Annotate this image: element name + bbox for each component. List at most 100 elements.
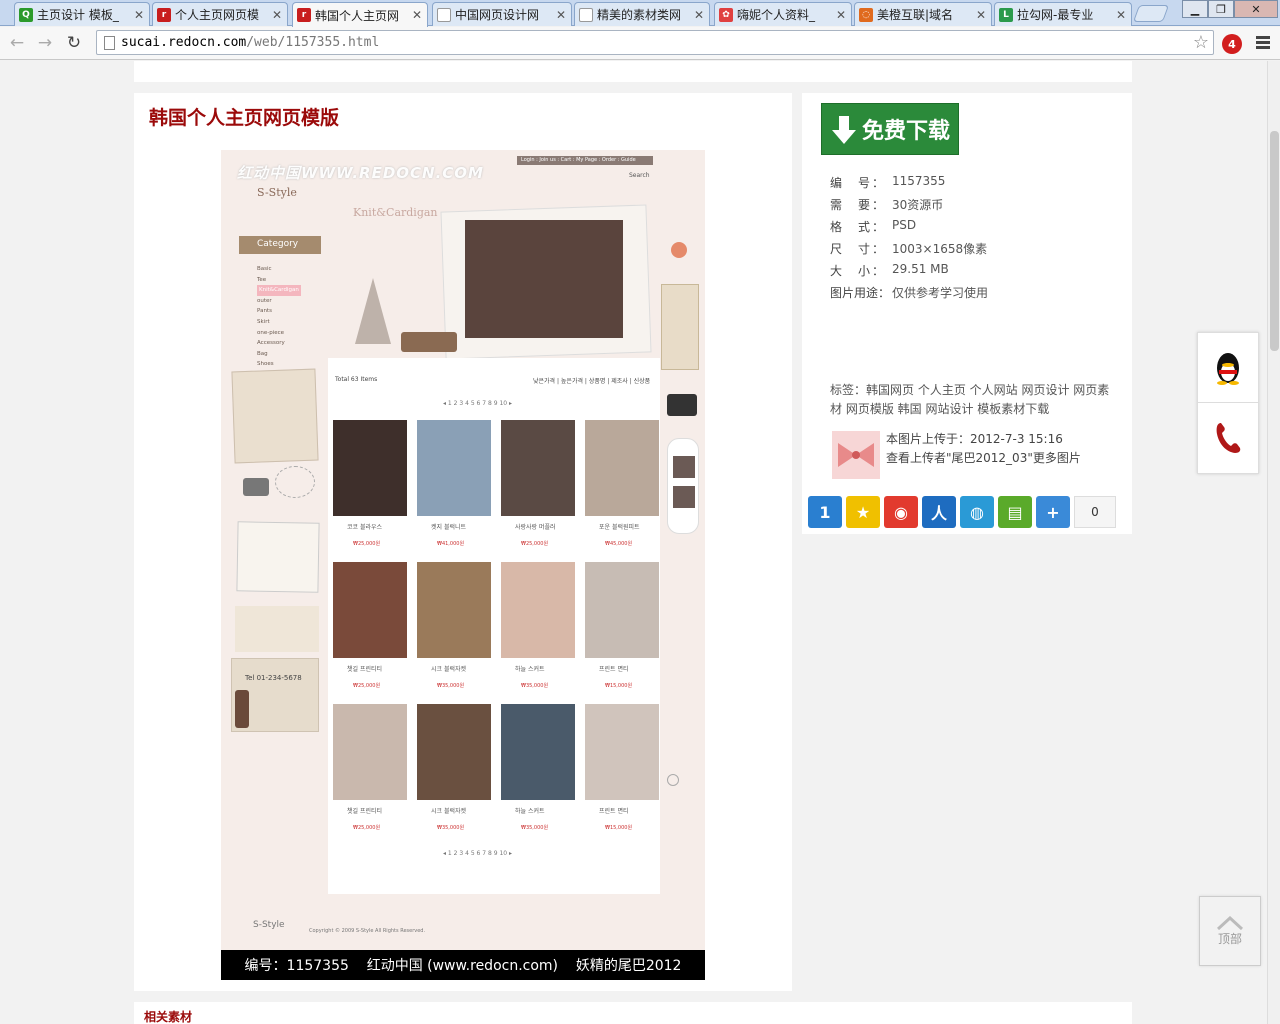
share-1-icon[interactable]: 1 (808, 496, 842, 528)
browser-tab-active[interactable]: r 韩国个人主页网 ✕ (292, 2, 428, 27)
preview-pagination-top[interactable]: ◂ 1 2 3 4 5 6 7 8 9 10 ▸ (443, 400, 512, 407)
preview-product-photo[interactable] (585, 420, 659, 516)
back-to-top-button[interactable]: 顶部 (1199, 896, 1261, 966)
tab-title: 中国网页设计网 (455, 8, 540, 22)
vertical-scrollbar[interactable] (1267, 61, 1280, 1024)
browser-tab[interactable]: r 个人主页网页模 ✕ (152, 2, 288, 26)
page-viewport: 韩国个人主页网页模版 红动中国WWW.REDOCN.COM S-Style Lo… (0, 61, 1267, 1024)
preview-caption: 编号：1157355 红动中国 (www.redocn.com) 妖精的尾巴20… (221, 950, 705, 980)
uploader-thumbnail[interactable] (832, 431, 880, 479)
browser-tab[interactable]: 中国网页设计网 ✕ (432, 2, 572, 26)
uploader-link[interactable]: 查看上传者"尾巴2012_03"更多图片 (886, 449, 1081, 468)
preview-product-price: ₩45,000원 (605, 541, 633, 547)
preview-product-name: 포운 블럭원피트 (599, 524, 640, 531)
preview-phone-text: Tel 01-234-5678 (245, 674, 302, 682)
minimize-button[interactable]: ▁ (1182, 0, 1208, 18)
bow-icon (838, 443, 874, 467)
preview-product-photo[interactable] (333, 420, 407, 516)
tags-list[interactable]: 标签：韩国网页 个人主页 个人网站 网页设计 网页素材 网页模版 韩国 网站设计… (830, 381, 1116, 419)
share-more-icon[interactable]: + (1036, 496, 1070, 528)
preview-suitcase-icon (401, 332, 457, 352)
phone-button[interactable] (1198, 403, 1258, 473)
tab-close-icon[interactable]: ✕ (271, 8, 283, 22)
preview-product-photo[interactable] (417, 562, 491, 658)
page-icon (104, 36, 115, 50)
preview-product-name: 시크 블럭자켓 (431, 666, 467, 673)
tab-favicon-icon (579, 7, 593, 22)
info-row-format: 格 式： PSD (830, 218, 917, 234)
preview-eiffel-icon (355, 278, 391, 344)
preview-product-photo[interactable] (333, 562, 407, 658)
preview-product-photo[interactable] (501, 704, 575, 800)
preview-heading: Knit&Cardigan (353, 206, 438, 219)
preview-category-item: Knit&Cardigan (257, 285, 301, 296)
forward-button[interactable]: → (34, 32, 56, 54)
preview-product-name: 켓지 블럭니트 (431, 524, 467, 531)
tab-close-icon[interactable]: ✕ (1115, 8, 1127, 22)
tab-close-icon[interactable]: ✕ (133, 8, 145, 22)
tab-close-icon[interactable]: ✕ (693, 8, 705, 22)
tab-close-icon[interactable]: ✕ (835, 8, 847, 22)
preview-pagination-bottom[interactable]: ◂ 1 2 3 4 5 6 7 8 9 10 ▸ (443, 850, 512, 857)
scrollbar-thumb[interactable] (1270, 131, 1279, 351)
address-bar[interactable]: sucai.redocn.com/web/1157355.html ☆ (96, 30, 1214, 55)
preview-camera-icon (243, 478, 269, 496)
preview-footer-text: Copyright © 2009 S-Style All Rights Rese… (309, 928, 426, 934)
top-strip (134, 61, 1132, 82)
tab-close-icon[interactable]: ✕ (555, 8, 567, 22)
qq-penguin-icon (1217, 352, 1239, 385)
preview-product-price: ₩35,000원 (521, 825, 549, 831)
preview-side-thumb (673, 486, 695, 508)
preview-product-photo[interactable] (585, 704, 659, 800)
preview-product-price: ₩15,000원 (605, 683, 633, 689)
chrome-menu-icon[interactable] (1256, 36, 1270, 50)
share-renren-icon[interactable]: 人 (922, 496, 956, 528)
download-label: 免费下载 (862, 119, 951, 144)
tab-title: 个人主页网页模 (175, 8, 260, 22)
extension-icon[interactable]: 4 (1222, 34, 1242, 54)
new-tab-button[interactable] (1132, 5, 1170, 22)
tab-favicon-icon: ◌ (859, 7, 873, 22)
share-tqq-icon[interactable]: ◍ (960, 496, 994, 528)
free-download-button[interactable]: 免费下载 (821, 103, 959, 155)
browser-toolbar: ← → ↻ sucai.redocn.com/web/1157355.html … (0, 27, 1280, 60)
browser-tab[interactable]: 精美的素材类网 ✕ (574, 2, 710, 26)
share-qzone-icon[interactable]: ★ (846, 496, 880, 528)
tab-favicon-icon: Q (19, 7, 33, 22)
maximize-button[interactable]: ❐ (1208, 0, 1234, 18)
preview-watermark: 红动中国WWW.REDOCN.COM (237, 164, 484, 182)
tab-title: 主页设计 模板_ (37, 8, 119, 22)
tab-title: 拉勾网-最专业 (1017, 8, 1094, 22)
preview-product-photo[interactable] (333, 704, 407, 800)
tab-close-icon[interactable]: ✕ (411, 8, 423, 22)
share-kaixin-icon[interactable]: ▤ (998, 496, 1032, 528)
browser-tab[interactable]: L 拉勾网-最专业 ✕ (994, 2, 1132, 26)
share-weibo-icon[interactable]: ◉ (884, 496, 918, 528)
preview-product-photo[interactable] (417, 704, 491, 800)
template-preview-image[interactable]: 红动中国WWW.REDOCN.COM S-Style Login : Join … (221, 150, 705, 950)
preview-product-name: 사랑사랑 머플러 (515, 524, 556, 531)
info-row-id: 编 号： 1157355 (830, 174, 946, 190)
preview-product-photo[interactable] (501, 420, 575, 516)
reload-button[interactable]: ↻ (63, 32, 85, 54)
back-button[interactable]: ← (6, 32, 28, 54)
preview-product-photo[interactable] (585, 562, 659, 658)
tab-favicon-icon: r (157, 7, 171, 22)
preview-top-icon (667, 774, 679, 786)
bookmark-star-icon[interactable]: ☆ (1193, 32, 1209, 53)
info-panel: 免费下载 编 号： 1157355 需 要： 30资源币 格 式： PSD 尺 寸： 1… (802, 93, 1132, 534)
preview-category-item: Basic (257, 266, 272, 272)
preview-phone-icon (235, 690, 249, 728)
browser-tab[interactable]: Q 主页设计 模板_ ✕ (14, 2, 150, 26)
tab-close-icon[interactable]: ✕ (975, 8, 987, 22)
preview-product-photo[interactable] (501, 562, 575, 658)
preview-check-card (236, 521, 320, 593)
preview-product-photo[interactable] (417, 420, 491, 516)
browser-tab[interactable]: ◌ 美橙互联|域名 ✕ (854, 2, 992, 26)
preview-product-name: 하늘 스커트 (515, 666, 545, 673)
qq-button[interactable] (1198, 333, 1258, 403)
url-text: sucai.redocn.com/web/1157355.html (121, 35, 380, 50)
browser-tab[interactable]: ✿ 嗨妮个人资料_ ✕ (714, 2, 852, 26)
tab-title: 韩国个人主页网 (315, 8, 400, 23)
close-window-button[interactable]: ✕ (1234, 0, 1278, 18)
